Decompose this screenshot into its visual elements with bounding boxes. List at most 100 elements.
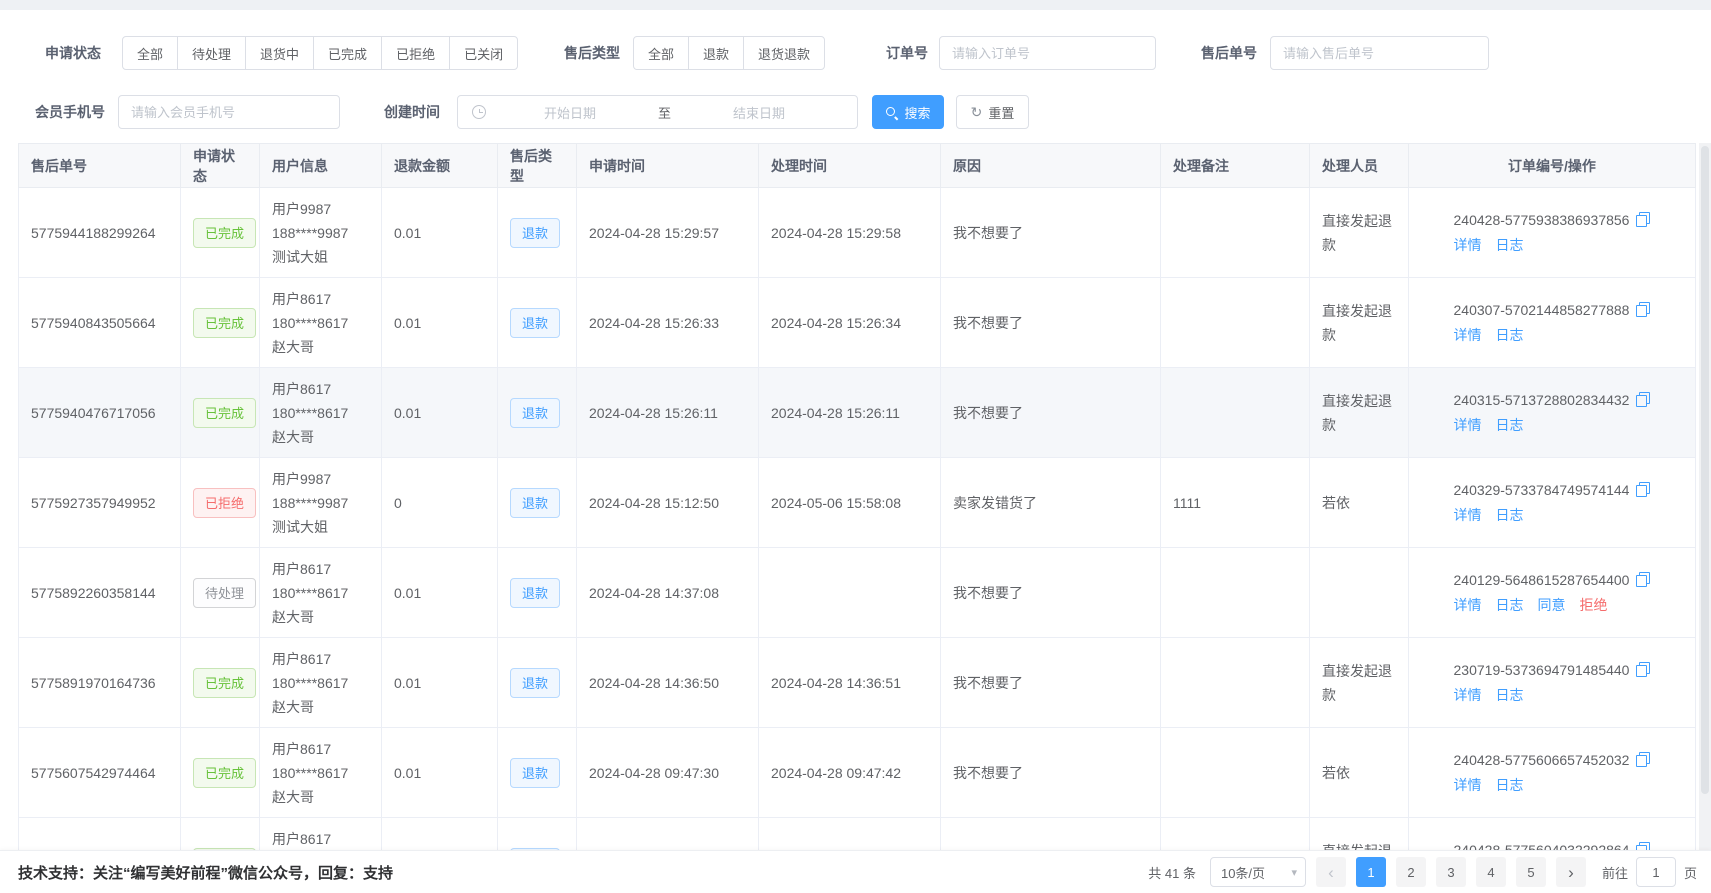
status-badge: 已拒绝 — [193, 488, 256, 518]
aftersales-no-label: 售后单号 — [1201, 36, 1257, 70]
status-badge: 已完成 — [193, 668, 256, 698]
order-and-actions: 240428-5775604032292864详情日志 — [1454, 838, 1651, 851]
order-and-actions: 240315-5713728802834432 详情日志 — [1454, 388, 1651, 438]
status-filter-option[interactable]: 已拒绝 — [381, 36, 450, 70]
table-cell: 2024-04-28 15:26:33 — [577, 278, 759, 368]
status-filter-option[interactable]: 已关闭 — [449, 36, 518, 70]
action-link-default[interactable]: 详情 — [1454, 327, 1482, 343]
copy-document-icon[interactable] — [1636, 572, 1650, 587]
table-cell: 240428-5775606657452032 详情日志 — [1409, 728, 1696, 818]
copy-document-icon[interactable] — [1636, 842, 1650, 851]
action-link-default[interactable]: 日志 — [1496, 237, 1524, 253]
status-filter-label: 申请状态 — [45, 36, 101, 70]
row-actions: 详情日志 — [1454, 323, 1651, 348]
type-filter-option[interactable]: 全部 — [633, 36, 689, 70]
table-cell: 用户8617180****8617赵大哥 — [260, 548, 382, 638]
date-range-picker[interactable]: 开始日期 至 结束日期 — [457, 95, 858, 129]
status-badge: 退款 — [510, 218, 560, 248]
table-cell: 0.01 — [382, 188, 498, 278]
action-link-default[interactable]: 详情 — [1454, 687, 1482, 703]
page-number-button[interactable]: 1 — [1356, 857, 1386, 887]
table-row: 5775927357949952已拒绝用户9987188****9987测试大姐… — [19, 458, 1696, 548]
table-cell: 240307-5702144858277888详情日志 — [1409, 278, 1696, 368]
action-link-reject[interactable]: 拒绝 — [1580, 597, 1608, 613]
status-filter-option[interactable]: 全部 — [122, 36, 178, 70]
action-link-default[interactable]: 详情 — [1454, 237, 1482, 253]
copy-document-icon[interactable] — [1636, 662, 1650, 677]
page-number-button[interactable]: 4 — [1476, 857, 1506, 887]
filter-panel: 申请状态 全部待处理退货中已完成已拒绝已关闭 售后类型 全部退款退货退款 订单号… — [0, 10, 1711, 143]
action-link-default[interactable]: 详情 — [1454, 597, 1482, 613]
footer-bar: 技术支持：关注“编写美好前程”微信公众号，回复：支持 共 41 条 10条/页 … — [0, 850, 1711, 893]
copy-document-icon[interactable] — [1636, 302, 1650, 317]
aftersales-no-input[interactable] — [1270, 36, 1489, 70]
reset-button[interactable]: ↻ 重置 — [956, 95, 1029, 129]
table-cell: 2024-04-28 15:29:57 — [577, 188, 759, 278]
type-filter-label: 售后类型 — [564, 36, 620, 70]
table-cell: 直接发起退款 — [1310, 818, 1409, 851]
action-link-default[interactable]: 日志 — [1496, 597, 1524, 613]
table-cell: 1111 — [1161, 458, 1310, 548]
table-cell — [941, 818, 1161, 851]
table-cell: 退款 — [498, 638, 577, 728]
table-cell — [1161, 278, 1310, 368]
action-link-default[interactable]: 详情 — [1454, 507, 1482, 523]
copy-document-icon[interactable] — [1636, 212, 1650, 227]
pagination-total: 共 41 条 — [1148, 863, 1196, 882]
type-filter-option[interactable]: 退货退款 — [743, 36, 825, 70]
page-number-button[interactable]: 2 — [1396, 857, 1426, 887]
status-filter-option[interactable]: 退货中 — [245, 36, 314, 70]
action-link-default[interactable]: 详情 — [1454, 777, 1482, 793]
table-cell: 已拒绝 — [181, 458, 260, 548]
type-filter-option[interactable]: 退款 — [688, 36, 744, 70]
status-badge: 退款 — [510, 758, 560, 788]
order-number: 240315-5713728802834432 — [1454, 392, 1630, 408]
table-cell — [382, 818, 498, 851]
action-link-default[interactable]: 日志 — [1496, 777, 1524, 793]
table-row: 已完成用户8617 退款直接发起退款240428-577560403229286… — [19, 818, 1696, 851]
status-filter-option[interactable]: 已完成 — [313, 36, 382, 70]
copy-document-icon[interactable] — [1636, 482, 1650, 497]
table-cell: 我不想要了 — [941, 188, 1161, 278]
next-page-button[interactable]: › — [1556, 857, 1586, 887]
order-number: 240428-5775606657452032 — [1454, 752, 1630, 768]
refresh-icon: ↻ — [971, 105, 983, 119]
copy-document-icon[interactable] — [1636, 392, 1650, 407]
action-link-default[interactable]: 详情 — [1454, 417, 1482, 433]
table-cell: 直接发起退款 — [1310, 278, 1409, 368]
table-row: 5775891970164736已完成用户8617180****8617赵大哥0… — [19, 638, 1696, 728]
search-button[interactable]: 搜索 — [872, 95, 944, 129]
goto-page-input[interactable] — [1636, 857, 1676, 887]
table-cell: 5775892260358144 — [19, 548, 181, 638]
table-cell: 直接发起退款 — [1310, 368, 1409, 458]
table-cell: 240315-5713728802834432 详情日志 — [1409, 368, 1696, 458]
after-sales-table-area: 售后单号申请状态用户信息退款金额售后类型申请时间处理时间原因处理备注处理人员订单… — [0, 143, 1711, 850]
row-actions: 详情日志 — [1454, 503, 1651, 528]
table-vertical-scrollbar[interactable] — [1699, 143, 1711, 850]
page-number-button[interactable]: 5 — [1516, 857, 1546, 887]
scrollbar-thumb[interactable] — [1701, 146, 1709, 794]
table-cell: 用户8617180****8617赵大哥 — [260, 278, 382, 368]
copy-document-icon[interactable] — [1636, 752, 1650, 767]
table-cell: 卖家发错货了 — [941, 458, 1161, 548]
order-no-input[interactable] — [939, 36, 1156, 70]
date-end-placeholder[interactable]: 结束日期 — [675, 103, 843, 122]
order-and-actions: 230719-5373694791485440详情日志 — [1454, 658, 1651, 708]
action-link-default[interactable]: 日志 — [1496, 507, 1524, 523]
page-number-button[interactable]: 3 — [1436, 857, 1466, 887]
status-filter-option[interactable]: 待处理 — [177, 36, 246, 70]
column-header: 原因 — [941, 144, 1161, 188]
column-header: 用户信息 — [260, 144, 382, 188]
action-link-default[interactable]: 日志 — [1496, 687, 1524, 703]
date-start-placeholder[interactable]: 开始日期 — [486, 103, 654, 122]
page-size-value: 10条/页 — [1221, 863, 1265, 882]
table-cell: 0.01 — [382, 368, 498, 458]
action-link-default[interactable]: 同意 — [1538, 597, 1566, 613]
table-cell: 240428-5775604032292864详情日志 — [1409, 818, 1696, 851]
prev-page-button[interactable]: ‹ — [1316, 857, 1346, 887]
action-link-default[interactable]: 日志 — [1496, 417, 1524, 433]
after-sales-admin-page: 申请状态 全部待处理退货中已完成已拒绝已关闭 售后类型 全部退款退货退款 订单号… — [0, 0, 1711, 893]
action-link-default[interactable]: 日志 — [1496, 327, 1524, 343]
page-size-select[interactable]: 10条/页 ▾ — [1210, 857, 1306, 887]
member-phone-input[interactable] — [118, 95, 340, 129]
